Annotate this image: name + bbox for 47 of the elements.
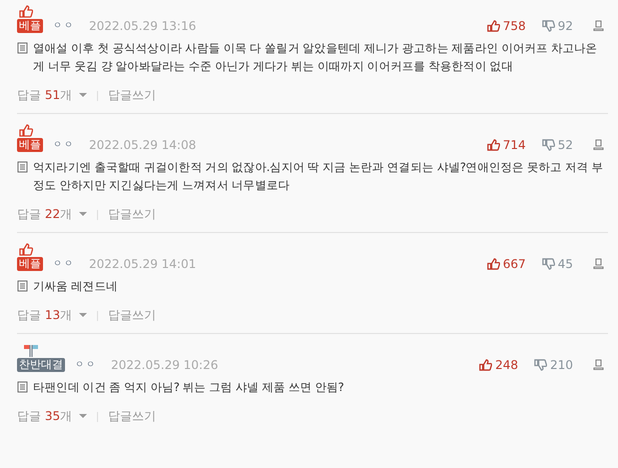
dislike-button[interactable]: 210	[534, 358, 573, 372]
badge-label: 찬반대결	[17, 358, 65, 372]
thumbs-up-icon	[19, 124, 33, 137]
comment-text: 억지라기엔 출국할때 귀걸이한적 거의 없잖아.심지어 딱 지금 논란과 연결되는 샤넬?연애인정은 못하고 저격 부정도 안하지만 지긴싫다는게 느껴져서 너무별로다	[33, 159, 604, 194]
replies-toggle[interactable]: 답글 51개	[17, 87, 87, 104]
document-icon	[17, 381, 28, 393]
thumbs-up-icon	[19, 243, 33, 256]
username[interactable]: ㅇㅇ	[53, 19, 75, 33]
comment-date: 2022.05.29 14:08	[89, 138, 196, 152]
replies-toggle[interactable]: 답글 13개	[17, 307, 87, 324]
thumbs-down-icon	[542, 258, 555, 270]
badge-label: 베플	[17, 138, 43, 152]
thumbs-down-icon	[534, 359, 548, 371]
comment-text: 타팬인데 이건 좀 억지 아님? 뷔는 그럼 샤넬 제품 쓰면 안됨?	[33, 379, 344, 396]
comment-text: 기싸움 레젼드네	[33, 278, 118, 295]
document-icon	[17, 280, 28, 292]
comment-date: 2022.05.29 10:26	[111, 358, 218, 372]
comment-date: 2022.05.29 14:01	[89, 257, 196, 271]
thumbs-down-icon	[542, 139, 555, 151]
write-reply-link[interactable]: 답글쓰기	[108, 408, 156, 425]
thumbs-up-icon	[486, 20, 500, 32]
username[interactable]: ㅇㅇ	[75, 358, 97, 372]
replies-toggle[interactable]: 답글 22개	[17, 206, 87, 223]
dislike-button[interactable]: 52	[542, 138, 573, 152]
thumbs-up-icon	[486, 258, 500, 270]
thumbs-up-icon	[19, 5, 33, 18]
like-button[interactable]: 248	[479, 358, 518, 372]
dislike-button[interactable]: 45	[542, 257, 573, 271]
badge-label: 베플	[17, 19, 43, 33]
username[interactable]: ㅇㅇ	[53, 257, 75, 271]
write-reply-link[interactable]: 답글쓰기	[108, 307, 156, 324]
like-button[interactable]: 758	[486, 19, 526, 33]
thumbs-up-icon	[479, 359, 492, 371]
username[interactable]: ㅇㅇ	[53, 138, 75, 152]
document-icon	[17, 161, 28, 173]
thumbs-down-icon	[542, 20, 555, 32]
write-reply-link[interactable]: 답글쓰기	[108, 206, 156, 223]
comment-text: 열애설 이후 첫 공식석상이라 사람들 이목 다 쏠릴거 알았을텐데 제니가 광고하는 제품라인 이어커프 차고나온게 너무 웃김 걍 알아봐달라는 수준 아닌가 게다가 뷔는 이때까지 이어커프를 착용한적이 없대	[33, 40, 598, 75]
replies-toggle[interactable]: 답글 35개	[17, 408, 87, 425]
write-reply-link[interactable]: 답글쓰기	[108, 87, 156, 104]
thumbs-up-icon	[486, 139, 500, 151]
like-button[interactable]: 714	[486, 138, 526, 152]
document-icon	[17, 42, 28, 54]
badge-label: 베플	[17, 257, 43, 271]
comment-date: 2022.05.29 13:16	[89, 19, 196, 33]
dislike-button[interactable]: 92	[542, 19, 573, 33]
like-button[interactable]: 667	[486, 257, 526, 271]
